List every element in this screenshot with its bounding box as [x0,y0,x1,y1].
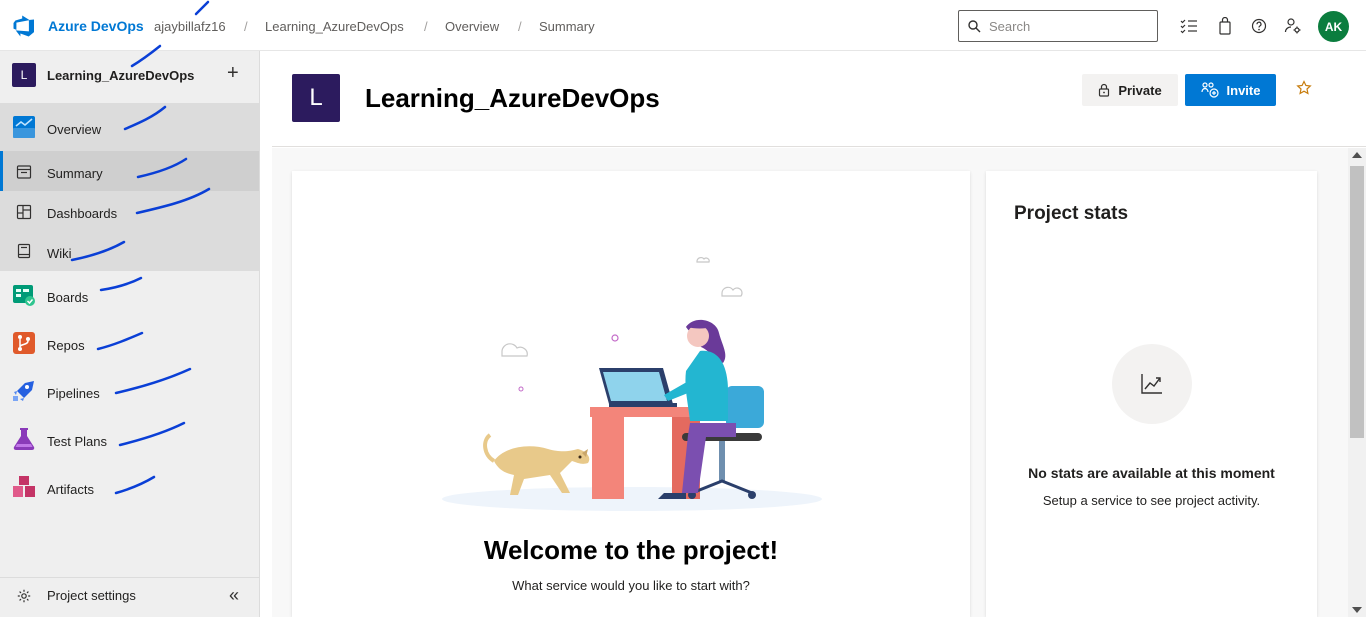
search-box[interactable] [958,10,1158,42]
breadcrumb-separator: / [518,19,522,34]
search-icon [968,20,981,33]
welcome-subtitle: What service would you like to start wit… [512,578,750,593]
sidebar-item-label: Repos [47,338,85,353]
invite-button[interactable]: Invite [1185,74,1276,106]
artifacts-icon [13,476,35,497]
sidebar-item-test-plans[interactable]: Test Plans [0,417,259,461]
vertical-scrollbar[interactable] [1348,148,1366,617]
lock-icon [1099,83,1110,97]
sidebar-item-overview[interactable]: Overview [0,105,259,149]
invite-label: Invite [1226,82,1261,98]
breadcrumb-organization[interactable]: ajaybillafz16 [154,19,226,34]
project-header-bar: L Learning_AzureDevOps Private Invite [272,51,1366,147]
stats-empty-subtitle: Setup a service to see project activity. [1042,493,1261,508]
project-header[interactable]: L Learning_AzureDevOps + [0,51,259,99]
help-icon[interactable] [1250,17,1268,35]
sidebar-item-label: Boards [47,290,89,305]
welcome-card: Welcome to the project! What service wou… [292,171,970,617]
collapse-sidebar-icon[interactable]: « [229,585,239,606]
breadcrumb-overview[interactable]: Overview [445,19,499,34]
scroll-thumb[interactable] [1350,166,1364,438]
stats-title: Project stats [1014,203,1129,224]
gear-icon [17,589,31,603]
private-label: Private [1118,82,1162,98]
sidebar-item-label: Overview [47,122,102,137]
breadcrumb-summary[interactable]: Summary [539,19,595,34]
welcome-illustration [442,257,822,511]
overview-icon [13,116,35,138]
project-name[interactable]: Learning_AzureDevOps [47,68,194,83]
trend-chart-icon [1141,374,1162,394]
scroll-up-arrow-icon[interactable] [1352,152,1362,158]
test-plans-icon [13,428,35,450]
sidebar: L Learning_AzureDevOps + Overview Summar… [0,51,260,617]
project-settings[interactable]: Project settings « [0,577,259,617]
sidebar-item-label: Pipelines [47,386,100,401]
project-stats-card: Project stats No stats are available at … [986,171,1317,617]
sidebar-item-wiki[interactable]: Wiki [0,231,259,271]
invite-people-icon [1200,82,1219,98]
pipelines-icon [13,381,34,401]
task-list-icon[interactable] [1180,17,1198,35]
sidebar-item-repos[interactable]: Repos [0,321,259,365]
sidebar-item-label: Summary [47,166,103,181]
project-avatar: L [292,74,340,122]
repos-icon [13,332,35,354]
project-badge: L [12,63,36,87]
project-settings-label: Project settings [47,588,136,603]
boards-icon [13,285,35,306]
sidebar-item-label: Dashboards [47,206,118,221]
azure-devops-logo-icon[interactable] [12,14,36,38]
top-bar: Azure DevOps ajaybillafz16 / Learning_Az… [0,0,1366,51]
sidebar-item-label: Wiki [47,246,72,261]
sidebar-item-dashboards[interactable]: Dashboards [0,191,259,231]
summary-icon [16,165,32,179]
main-content: Welcome to the project! What service wou… [272,148,1348,617]
favorite-star-icon[interactable] [1296,80,1312,96]
shopping-bag-icon[interactable] [1216,17,1234,35]
sidebar-item-label: Test Plans [47,434,107,449]
sidebar-item-summary[interactable]: Summary [0,151,259,191]
page-title: Learning_AzureDevOps [365,83,660,113]
sidebar-item-boards[interactable]: Boards [0,273,259,317]
user-avatar[interactable]: AK [1318,11,1349,42]
scroll-down-arrow-icon[interactable] [1352,607,1362,613]
breadcrumb-project[interactable]: Learning_AzureDevOps [265,19,404,34]
selected-indicator [0,151,3,191]
stats-empty-title: No stats are available at this moment [1028,465,1275,481]
sidebar-item-label: Artifacts [47,482,94,497]
add-icon[interactable]: + [227,63,239,83]
dashboards-icon [16,204,32,220]
welcome-title: Welcome to the project! [483,535,779,565]
sidebar-item-artifacts[interactable]: Artifacts [0,465,259,509]
wiki-icon [17,243,31,259]
breadcrumb-separator: / [424,19,428,34]
user-settings-icon[interactable] [1284,17,1302,35]
sidebar-item-pipelines[interactable]: Pipelines [0,369,259,413]
private-button[interactable]: Private [1082,74,1178,106]
breadcrumb-separator: / [244,19,248,34]
brand-name[interactable]: Azure DevOps [48,18,144,34]
search-input[interactable] [989,17,1149,35]
stats-placeholder [1112,344,1192,424]
